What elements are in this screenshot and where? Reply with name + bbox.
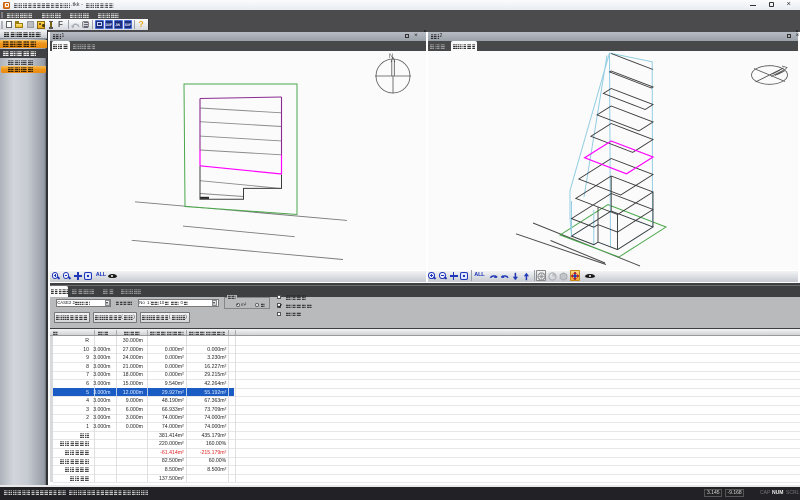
svg-text:N: N: [389, 54, 393, 60]
